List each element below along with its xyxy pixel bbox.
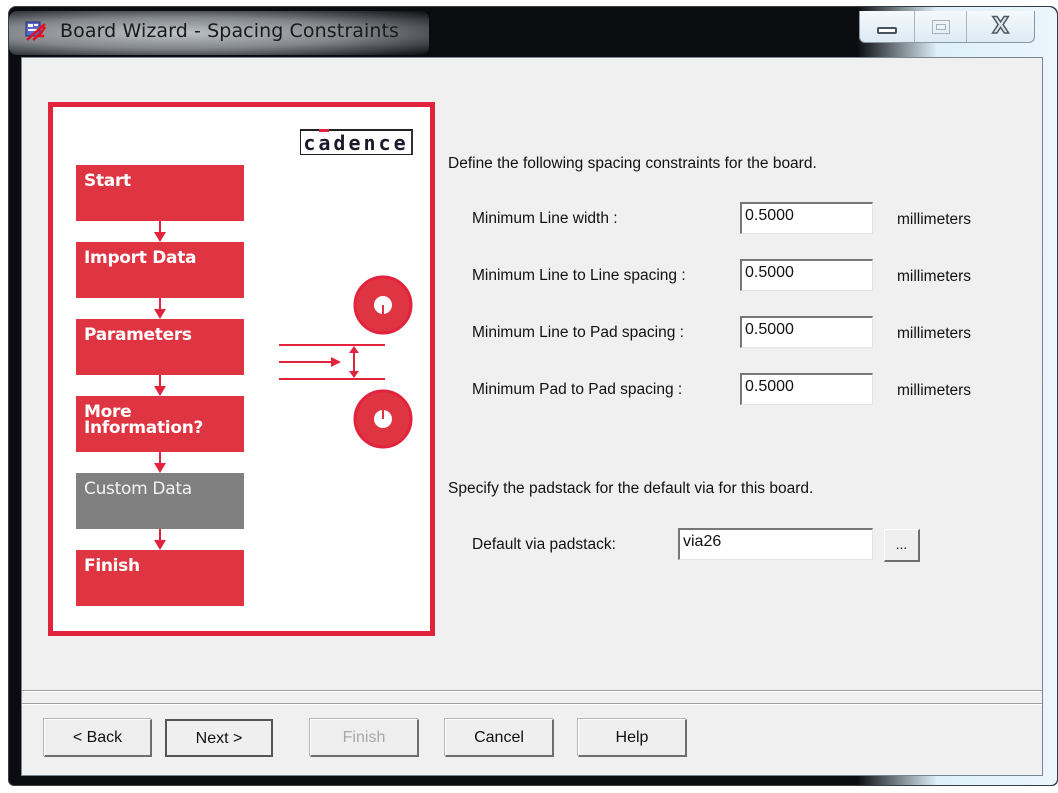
- minimize-button[interactable]: [860, 11, 915, 42]
- arrow-down-icon: [154, 375, 166, 396]
- spacing-intro-text: Define the following spacing constraints…: [448, 155, 817, 172]
- arrow-down-icon: [154, 452, 166, 473]
- separator: [22, 703, 1042, 705]
- padstack-intro-text: Specify the padstack for the default via…: [448, 480, 814, 497]
- step-parameters: Parameters: [76, 319, 244, 375]
- spacing-diagram: [279, 275, 413, 449]
- help-button[interactable]: Help: [578, 719, 687, 757]
- min-line-to-line-unit: millimeters: [897, 268, 972, 285]
- cancel-button[interactable]: Cancel: [445, 719, 554, 757]
- step-custom-data: Custom Data: [76, 473, 244, 529]
- min-line-to-line-label: Minimum Line to Line spacing :: [472, 267, 686, 284]
- cadence-logo: cadence: [300, 129, 413, 155]
- min-pad-to-pad-input[interactable]: 0.5000: [740, 373, 873, 405]
- browse-padstack-button[interactable]: ...: [884, 529, 920, 562]
- step-finish: Finish: [76, 550, 244, 606]
- board-wizard-window: Board Wizard - Spacing Constraints X cad…: [8, 6, 1058, 786]
- min-line-width-unit: millimeters: [897, 211, 972, 228]
- min-line-width-label: Minimum Line width :: [472, 210, 618, 227]
- caption-buttons: X: [859, 11, 1035, 43]
- min-line-to-line-input[interactable]: 0.5000: [740, 259, 873, 291]
- maximize-button[interactable]: [915, 11, 968, 42]
- roller-bottom-icon: [353, 389, 413, 449]
- step-start: Start: [76, 165, 244, 221]
- arrow-down-icon: [154, 221, 166, 242]
- back-button[interactable]: < Back: [44, 719, 152, 757]
- min-line-to-pad-unit: millimeters: [897, 325, 972, 342]
- min-pad-to-pad-label: Minimum Pad to Pad spacing :: [472, 381, 683, 398]
- minimize-icon: [876, 27, 897, 34]
- min-line-to-pad-label: Minimum Line to Pad spacing :: [472, 324, 684, 341]
- wizard-client-area: cadence Start Import Data Parameters Mor…: [21, 57, 1043, 776]
- default-via-input[interactable]: via26: [678, 528, 873, 560]
- min-line-to-pad-input[interactable]: 0.5000: [740, 316, 873, 348]
- window-title: Board Wizard - Spacing Constraints: [60, 20, 400, 42]
- finish-button[interactable]: Finish: [310, 719, 419, 757]
- step-import-data: Import Data: [76, 242, 244, 298]
- arrow-down-icon: [154, 529, 166, 550]
- arrow-down-icon: [154, 298, 166, 319]
- logo-text: cadence: [303, 130, 409, 155]
- min-pad-to-pad-unit: millimeters: [897, 382, 972, 399]
- maximize-icon: [931, 19, 950, 34]
- default-via-label: Default via padstack:: [472, 536, 616, 553]
- close-icon: X: [991, 13, 1010, 40]
- roller-top-icon: [353, 275, 413, 335]
- next-button[interactable]: Next >: [165, 719, 273, 757]
- close-button[interactable]: X: [967, 11, 1034, 42]
- board-wizard-app-icon: [25, 21, 47, 41]
- step-more-information: More Information?: [76, 396, 244, 452]
- separator: [22, 690, 1042, 692]
- wizard-steps-graphic: cadence Start Import Data Parameters Mor…: [48, 102, 435, 636]
- min-line-width-input[interactable]: 0.5000: [740, 202, 873, 234]
